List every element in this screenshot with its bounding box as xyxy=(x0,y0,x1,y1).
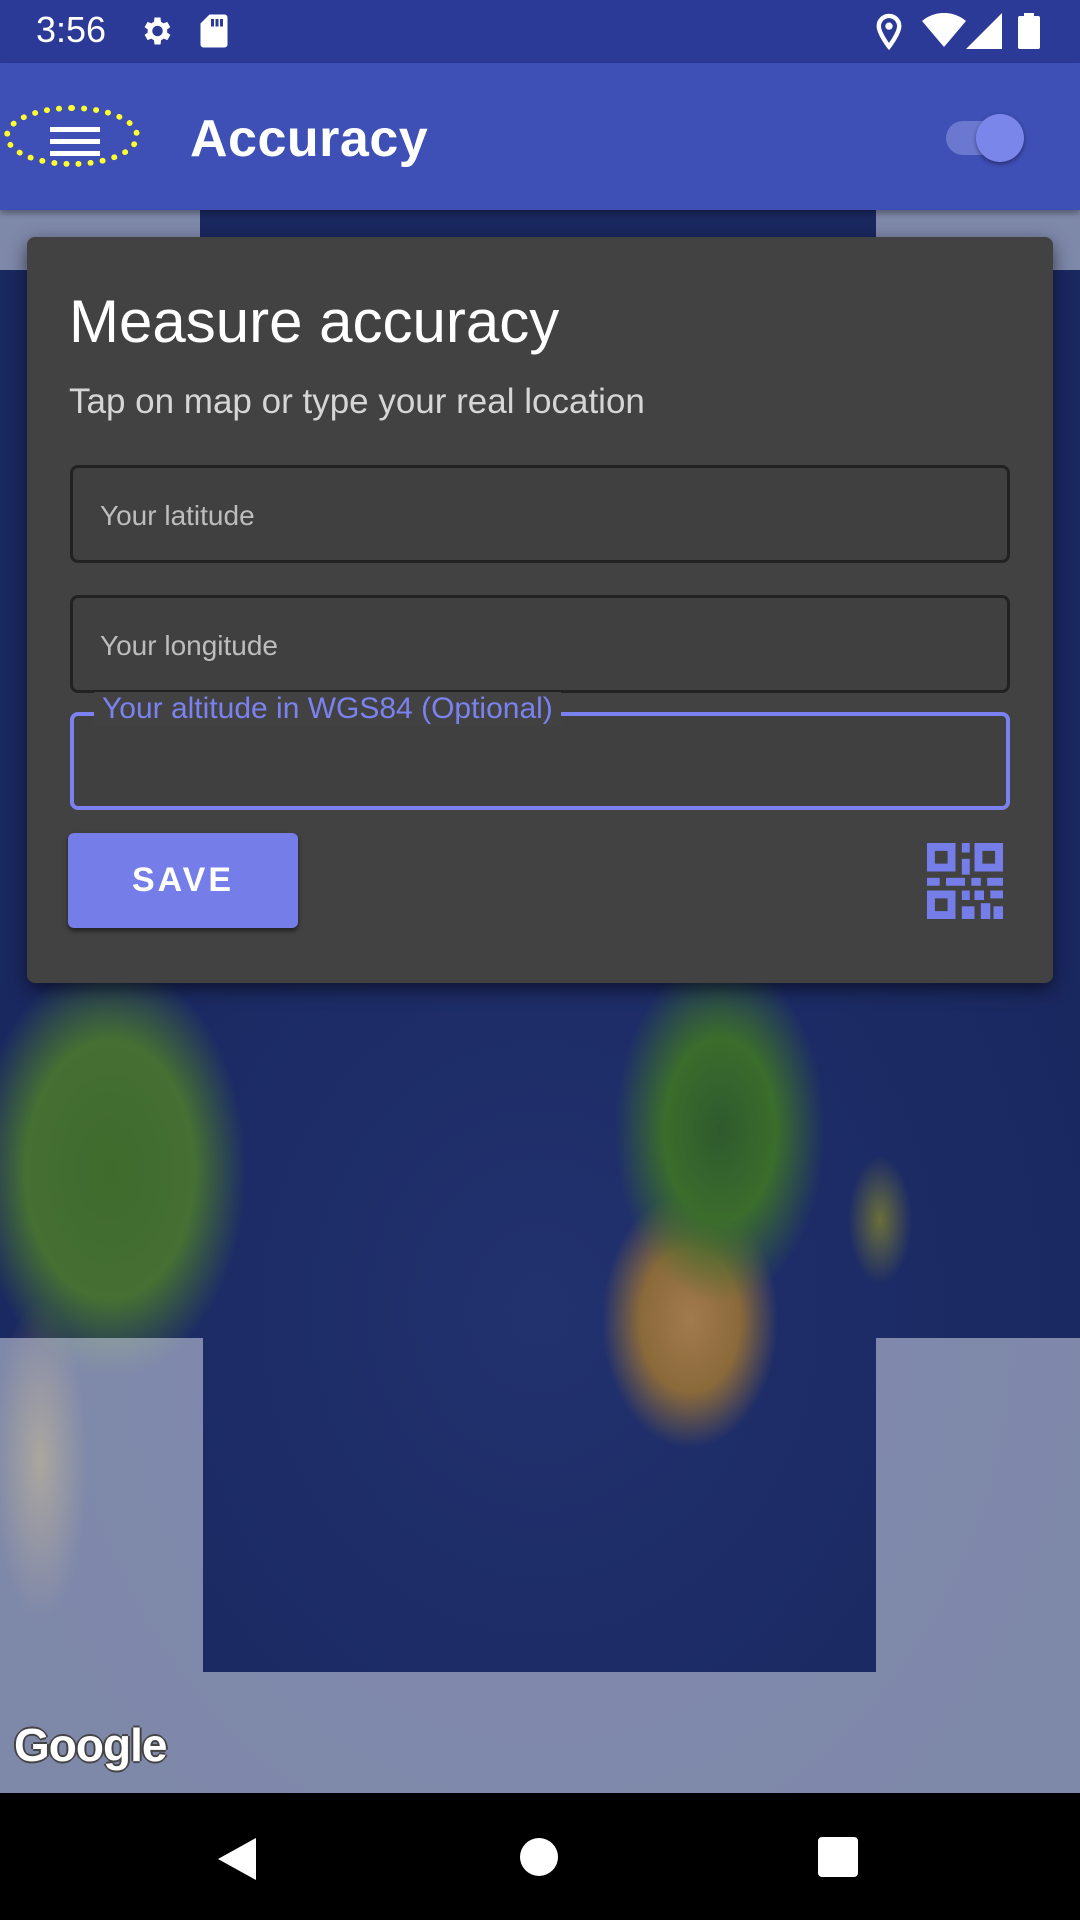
altitude-label: Your altitude in WGS84 (Optional) xyxy=(94,692,561,726)
sd-card-icon xyxy=(200,14,228,48)
map-tile xyxy=(876,1338,1080,1793)
navigation-bar xyxy=(0,1793,1080,1920)
settings-icon xyxy=(144,17,171,45)
signal-icon xyxy=(966,13,1002,49)
latitude-placeholder: Your latitude xyxy=(100,500,255,531)
status-time: 3:56 xyxy=(36,9,107,50)
wifi-icon xyxy=(922,13,966,47)
longitude-placeholder: Your longitude xyxy=(100,630,279,661)
back-icon[interactable] xyxy=(216,1836,258,1882)
dialog-title: Measure accuracy xyxy=(69,288,560,355)
save-button[interactable]: SAVE xyxy=(68,833,298,928)
map-tile xyxy=(203,1672,876,1793)
app-title: Accuracy xyxy=(190,110,429,168)
dialog-subtitle: Tap on map or type your real location xyxy=(69,382,645,421)
home-icon[interactable] xyxy=(520,1838,558,1876)
hamburger-menu-icon[interactable] xyxy=(4,105,140,167)
recents-icon[interactable] xyxy=(818,1837,858,1877)
location-icon xyxy=(876,13,902,51)
toggle-thumb xyxy=(976,114,1024,162)
measure-accuracy-dialog: Measure accuracy Tap on map or type your… xyxy=(27,237,1053,983)
battery-icon xyxy=(1018,13,1040,49)
mode-toggle[interactable] xyxy=(946,108,1036,168)
google-logo: Google xyxy=(14,1719,167,1771)
status-bar: 3:56 xyxy=(0,0,1080,63)
latitude-field[interactable]: Your latitude xyxy=(70,465,1010,563)
app-bar: Accuracy xyxy=(0,63,1080,210)
longitude-field[interactable]: Your longitude xyxy=(70,595,1010,693)
altitude-field[interactable]: Your altitude in WGS84 (Optional) xyxy=(70,692,1010,810)
qr-code-icon[interactable] xyxy=(927,843,1003,919)
